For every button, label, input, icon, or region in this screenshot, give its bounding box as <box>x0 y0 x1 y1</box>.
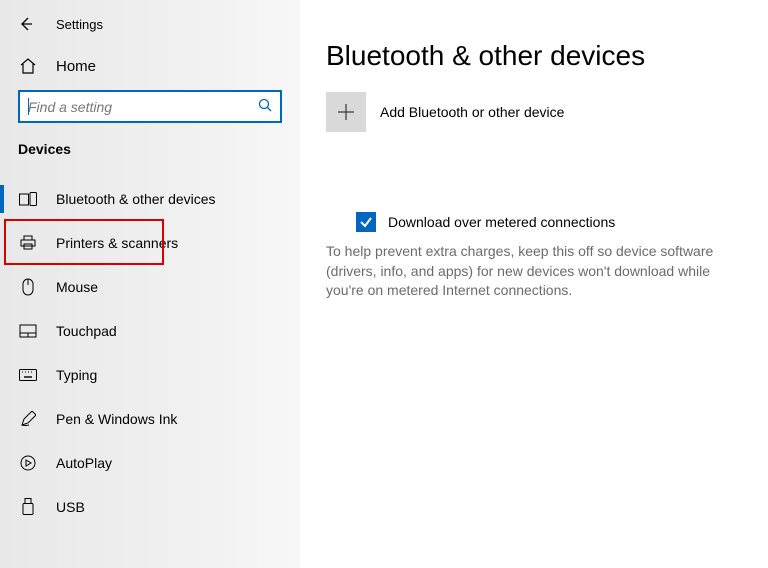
sidebar-item-mouse[interactable]: Mouse <box>0 265 300 309</box>
nav-label: Bluetooth & other devices <box>56 191 216 207</box>
sidebar-item-printers[interactable]: Printers & scanners <box>0 221 300 265</box>
pen-icon <box>18 409 38 429</box>
settings-window: Settings Home Devices Bluetooth & other … <box>0 0 768 568</box>
sidebar-item-usb[interactable]: USB <box>0 485 300 529</box>
keyboard-icon <box>18 365 38 385</box>
nav-label: Touchpad <box>56 323 117 339</box>
sidebar-item-typing[interactable]: Typing <box>0 353 300 397</box>
sidebar: Settings Home Devices Bluetooth & other … <box>0 0 300 568</box>
checkbox-checked[interactable] <box>356 212 376 232</box>
mouse-icon <box>18 277 38 297</box>
nav-label: Pen & Windows Ink <box>56 411 177 427</box>
sidebar-item-home[interactable]: Home <box>0 44 300 90</box>
metered-checkbox-row[interactable]: Download over metered connections <box>356 212 738 232</box>
add-device-button[interactable]: Add Bluetooth or other device <box>326 92 738 132</box>
window-title: Settings <box>56 17 103 32</box>
titlebar: Settings <box>0 8 300 44</box>
search-input[interactable] <box>28 99 258 115</box>
devices-icon <box>18 189 38 209</box>
sidebar-item-pen[interactable]: Pen & Windows Ink <box>0 397 300 441</box>
nav-label: USB <box>56 499 85 515</box>
metered-description: To help prevent extra charges, keep this… <box>326 242 738 301</box>
nav-label: Typing <box>56 367 97 383</box>
search-input-container[interactable] <box>18 90 282 123</box>
autoplay-icon <box>18 453 38 473</box>
touchpad-icon <box>18 321 38 341</box>
nav-label: Mouse <box>56 279 98 295</box>
nav-label: AutoPlay <box>56 455 112 471</box>
add-device-label: Add Bluetooth or other device <box>380 104 564 120</box>
back-button[interactable] <box>14 12 38 36</box>
sidebar-item-bluetooth[interactable]: Bluetooth & other devices <box>0 177 300 221</box>
usb-icon <box>18 497 38 517</box>
page-title: Bluetooth & other devices <box>326 40 738 72</box>
search-icon <box>258 98 272 115</box>
text-cursor <box>28 98 29 115</box>
plus-icon <box>326 92 366 132</box>
home-label: Home <box>56 58 96 75</box>
section-header: Devices <box>0 141 300 177</box>
sidebar-item-touchpad[interactable]: Touchpad <box>0 309 300 353</box>
printer-icon <box>18 233 38 253</box>
main-content: Bluetooth & other devices Add Bluetooth … <box>300 0 768 568</box>
metered-label: Download over metered connections <box>388 214 615 230</box>
back-arrow-icon <box>18 16 34 32</box>
home-icon <box>18 56 38 76</box>
nav-list: Bluetooth & other devices Printers & sca… <box>0 177 300 529</box>
checkmark-icon <box>359 215 373 229</box>
sidebar-item-autoplay[interactable]: AutoPlay <box>0 441 300 485</box>
nav-label: Printers & scanners <box>56 235 178 251</box>
